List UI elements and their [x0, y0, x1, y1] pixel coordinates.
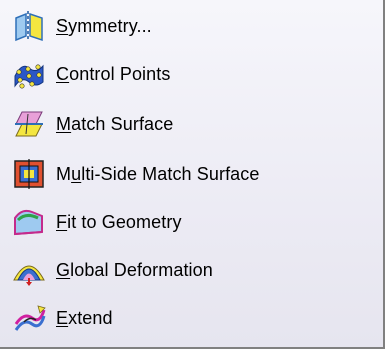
menu-item-label: Global Deformation — [56, 259, 213, 280]
menu-item-symmetry[interactable]: Symmetry... — [0, 4, 380, 48]
context-menu: Symmetry... Control Points Match Surface… — [0, 0, 385, 349]
extend-icon — [6, 296, 52, 340]
menu-item-fit-to-geometry[interactable]: Fit to Geometry — [0, 200, 380, 244]
menu-item-multi-side-match-surface[interactable]: Multi-Side Match Surface — [0, 152, 380, 196]
menu-item-global-deformation[interactable]: Global Deformation — [0, 248, 380, 292]
menu-item-label: Match Surface — [56, 113, 174, 134]
fit-to-geometry-icon — [6, 200, 52, 244]
match-surface-icon — [6, 102, 52, 146]
menu-item-control-points[interactable]: Control Points — [0, 52, 380, 96]
control-points-icon — [6, 52, 52, 96]
multi-side-match-surface-icon — [6, 152, 52, 196]
menu-item-match-surface[interactable]: Match Surface — [0, 102, 380, 146]
menu-item-extend[interactable]: Extend — [0, 296, 380, 340]
global-deformation-icon — [6, 248, 52, 292]
menu-item-label: Control Points — [56, 63, 171, 84]
menu-item-label: Multi-Side Match Surface — [56, 163, 260, 184]
symmetry-icon — [6, 4, 52, 48]
menu-item-label: Extend — [56, 307, 113, 328]
menu-item-label: Symmetry... — [56, 15, 152, 36]
menu-item-label: Fit to Geometry — [56, 211, 182, 232]
